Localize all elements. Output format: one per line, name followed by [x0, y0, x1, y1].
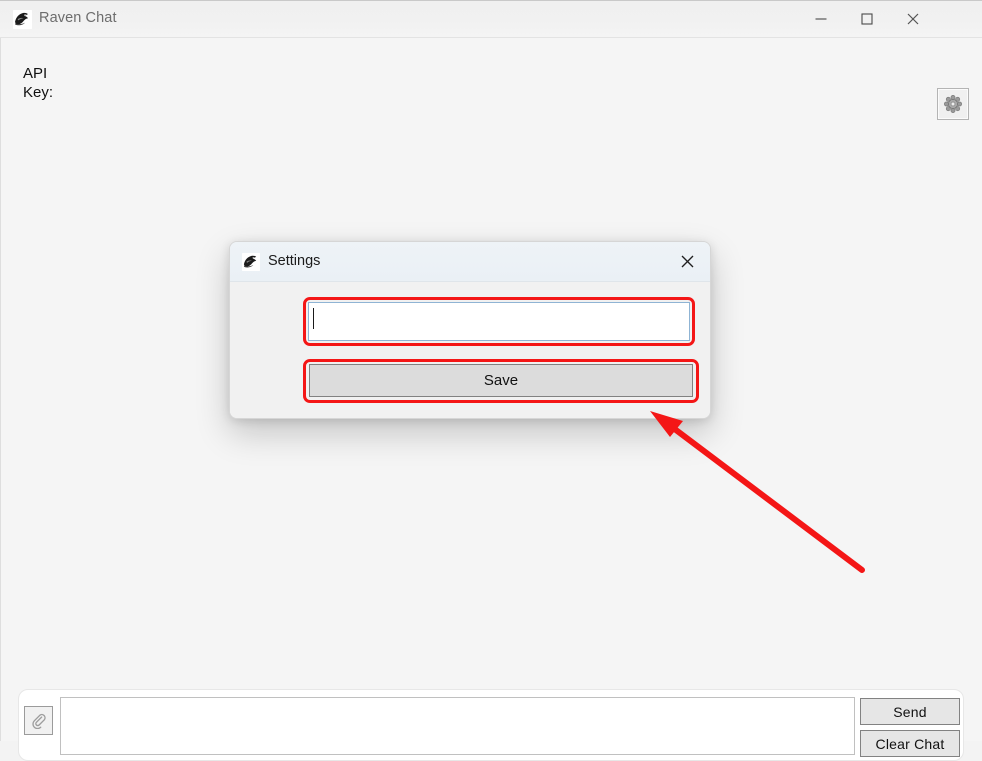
settings-close-button[interactable]: [665, 242, 710, 281]
close-icon: [907, 13, 919, 24]
close-window-button[interactable]: [890, 0, 936, 37]
api-key-label: API Key:: [23, 64, 73, 102]
maximize-icon: [861, 12, 873, 25]
settings-gear-button[interactable]: [937, 88, 969, 120]
raven-app-icon: [13, 10, 32, 29]
api-key-input[interactable]: [308, 302, 690, 341]
close-icon: [681, 255, 694, 268]
settings-dialog-icon: [242, 253, 260, 271]
clear-chat-button[interactable]: Clear Chat: [860, 730, 960, 757]
api-key-label-line1: API: [23, 65, 48, 82]
save-button[interactable]: Save: [309, 364, 693, 397]
message-input[interactable]: [60, 697, 855, 755]
settings-dialog-titlebar: Settings: [230, 242, 710, 282]
api-key-label-line2: Key:: [23, 84, 54, 101]
window-titlebar: Raven Chat: [0, 0, 982, 38]
composer-card: Send Clear Chat: [18, 689, 964, 761]
send-button[interactable]: Send: [860, 698, 960, 725]
attach-file-button[interactable]: [24, 706, 53, 735]
minimize-icon: [815, 17, 827, 20]
maximize-button[interactable]: [844, 0, 890, 37]
window-title: Raven Chat: [39, 10, 117, 26]
settings-dialog-title: Settings: [268, 253, 321, 269]
text-caret: [313, 308, 314, 329]
minimize-button[interactable]: [798, 0, 844, 37]
gear-icon: [944, 95, 962, 113]
app-window: Raven Chat Send Clear Chat Settings API …: [0, 0, 982, 761]
paperclip-icon: [31, 713, 46, 729]
